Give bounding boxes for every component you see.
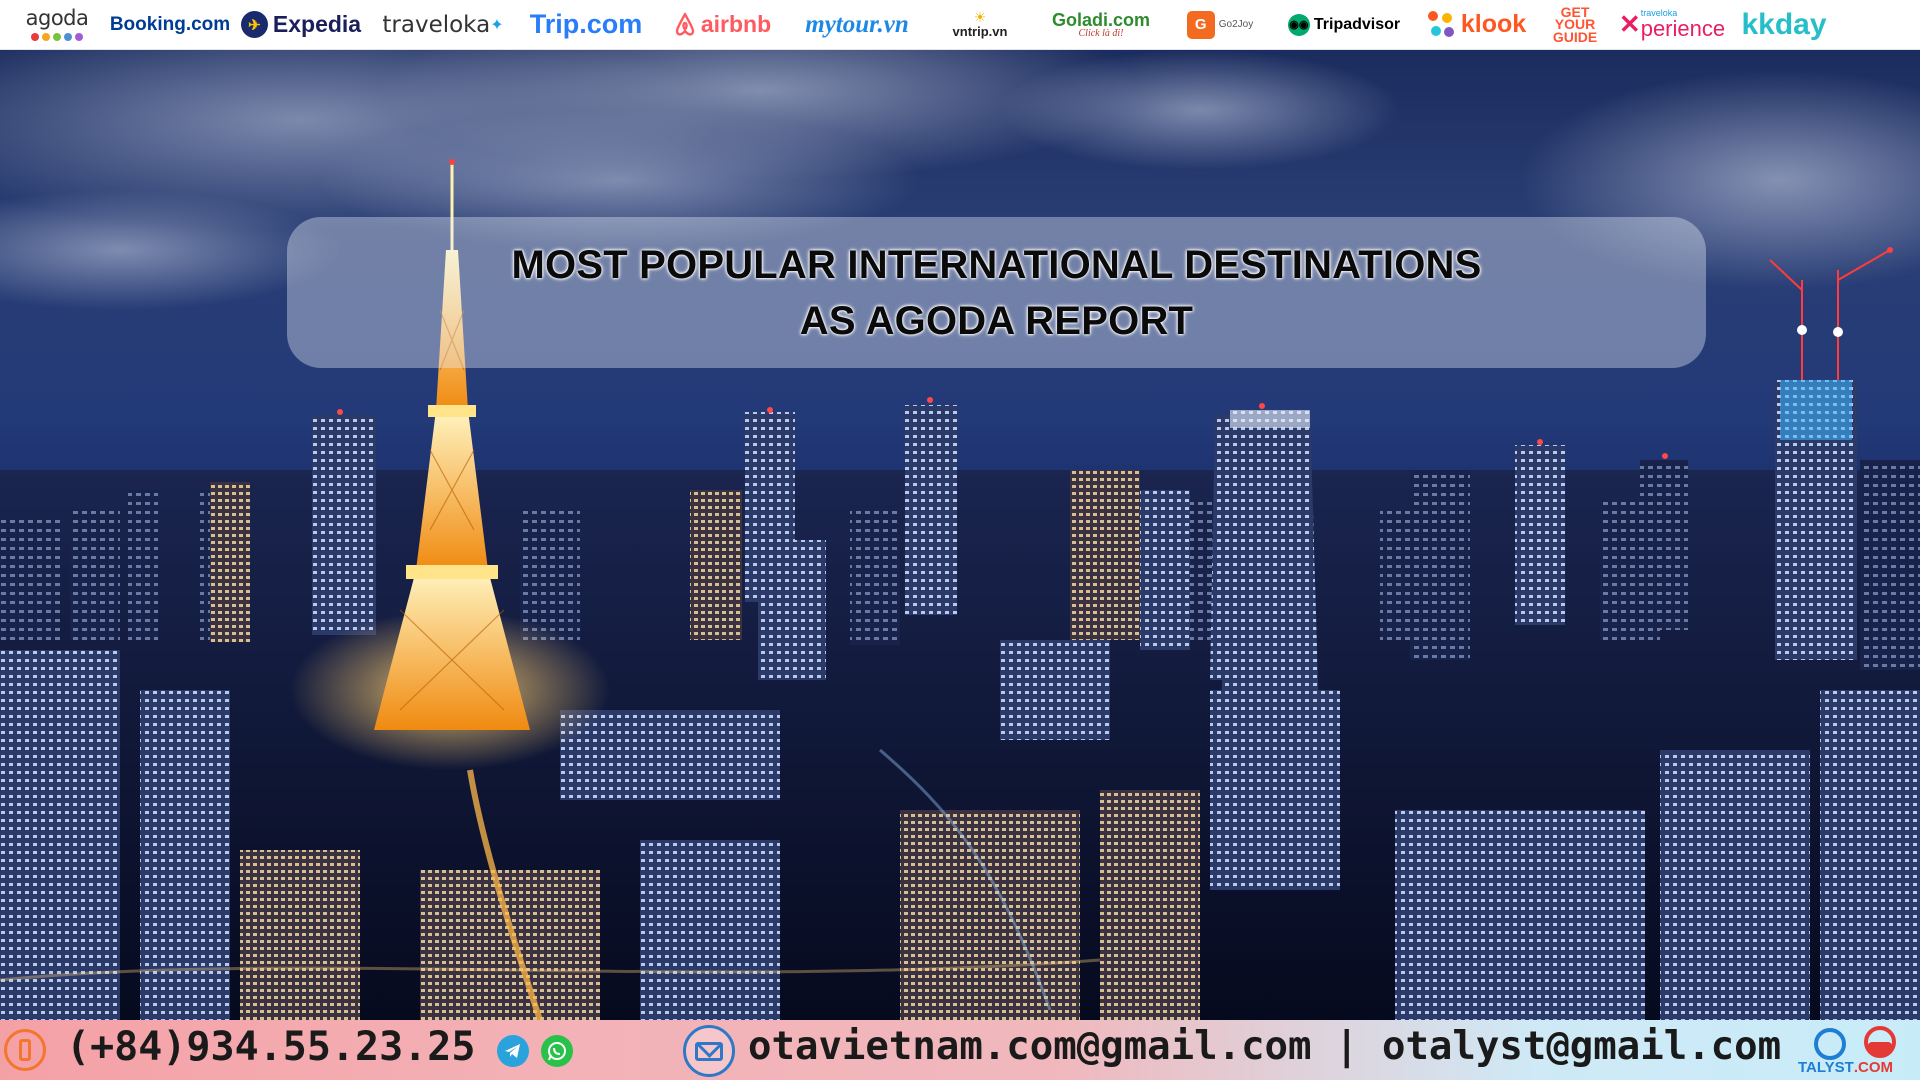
talyst-logo: TALYST.COM — [1794, 1022, 1914, 1078]
booking-logo-text: Booking.com — [109, 13, 231, 35]
booking-logo: Booking.com — [106, 0, 234, 50]
agoda-logo: agoda — [8, 0, 106, 50]
contact-bar: (+84)934.55.23.25 otavietnam.com@gmail.c… — [0, 1020, 1920, 1080]
partner-logo-bar: agoda Booking.com ✈ Expedia traveloka ✦ T… — [0, 0, 1920, 50]
expedia-globe-icon: ✈ — [240, 11, 268, 38]
tripadvisor-logo: ◉◉ Tripadvisor — [1274, 0, 1414, 50]
tripadvisor-logo-text: Tripadvisor — [1313, 15, 1401, 33]
airbnb-belo-icon — [675, 12, 695, 36]
goladi-tagline: Click là đi! — [1078, 27, 1124, 39]
tripadvisor-owl-icon: ◉◉ — [1287, 13, 1310, 36]
go2joy-badge-icon: G — [1186, 10, 1215, 39]
telegram-icon[interactable] — [497, 1035, 529, 1067]
airbnb-logo-text: airbnb — [700, 11, 772, 37]
mail-icon — [683, 1025, 735, 1077]
vntrip-logo: ☀ vntrip.vn — [924, 0, 1036, 50]
expedia-logo-text: Expedia — [272, 11, 362, 37]
airbnb-logo: airbnb — [654, 0, 790, 50]
goladi-logo: Goladi.com Click là đi! — [1036, 0, 1166, 50]
mytour-logo: mytour.vn — [790, 0, 924, 50]
goladi-logo-text: Goladi.com — [1051, 9, 1150, 30]
klook-mark-icon — [1427, 10, 1456, 39]
vntrip-sun-icon: ☀ — [973, 10, 987, 26]
traveloka-logo-text: traveloka — [382, 11, 491, 38]
cityscape-illustration — [0, 50, 1920, 1020]
trip-logo: Trip.com — [518, 0, 654, 50]
vntrip-logo-text: vntrip.vn — [952, 24, 1008, 39]
kkday-logo-text: kkday — [1741, 7, 1827, 41]
klook-logo-text: klook — [1460, 10, 1527, 38]
mytour-logo-text: mytour.vn — [805, 10, 909, 38]
traveloka-xperience-logo: ✕ traveloka perience — [1610, 0, 1734, 50]
phone-icon — [4, 1029, 46, 1071]
xperience-logo-text: perience — [1640, 16, 1726, 41]
traveloka-bird-icon: ✦ — [490, 15, 504, 34]
phone-number[interactable]: (+84)934.55.23.25 — [66, 1024, 475, 1070]
go2joy-logo: G Go2Joy — [1166, 0, 1274, 50]
headset-icon — [1814, 1026, 1896, 1060]
getyourguide-logo: GET YOUR GUIDE — [1540, 0, 1610, 50]
title-panel: MOST POPULAR INTERNATIONAL DESTINATIONS … — [287, 217, 1706, 368]
go2joy-logo-text: Go2Joy — [1218, 19, 1254, 30]
kkday-logo: kkday — [1734, 0, 1834, 50]
trip-logo-text: Trip.com — [529, 9, 643, 39]
agoda-dots-icon — [31, 33, 83, 41]
banner-title-line-1: MOST POPULAR INTERNATIONAL DESTINATIONS — [511, 242, 1482, 287]
banner-title-line-2: AS AGODA REPORT — [799, 298, 1194, 343]
klook-logo: klook — [1414, 0, 1540, 50]
agoda-logo-text: agoda — [25, 6, 89, 30]
traveloka-logo: traveloka ✦ — [368, 0, 518, 50]
email-addresses[interactable]: otavietnam.com@gmail.com | otalyst@gmail… — [748, 1024, 1781, 1069]
whatsapp-icon[interactable] — [541, 1035, 573, 1067]
talyst-logo-text: TALYST.COM — [1798, 1059, 1894, 1076]
hero-cityscape: MOST POPULAR INTERNATIONAL DESTINATIONS … — [0, 50, 1920, 1020]
xperience-x-icon: ✕ — [1618, 9, 1641, 39]
expedia-logo: ✈ Expedia — [234, 0, 368, 50]
getyourguide-line-3: GUIDE — [1552, 28, 1598, 45]
